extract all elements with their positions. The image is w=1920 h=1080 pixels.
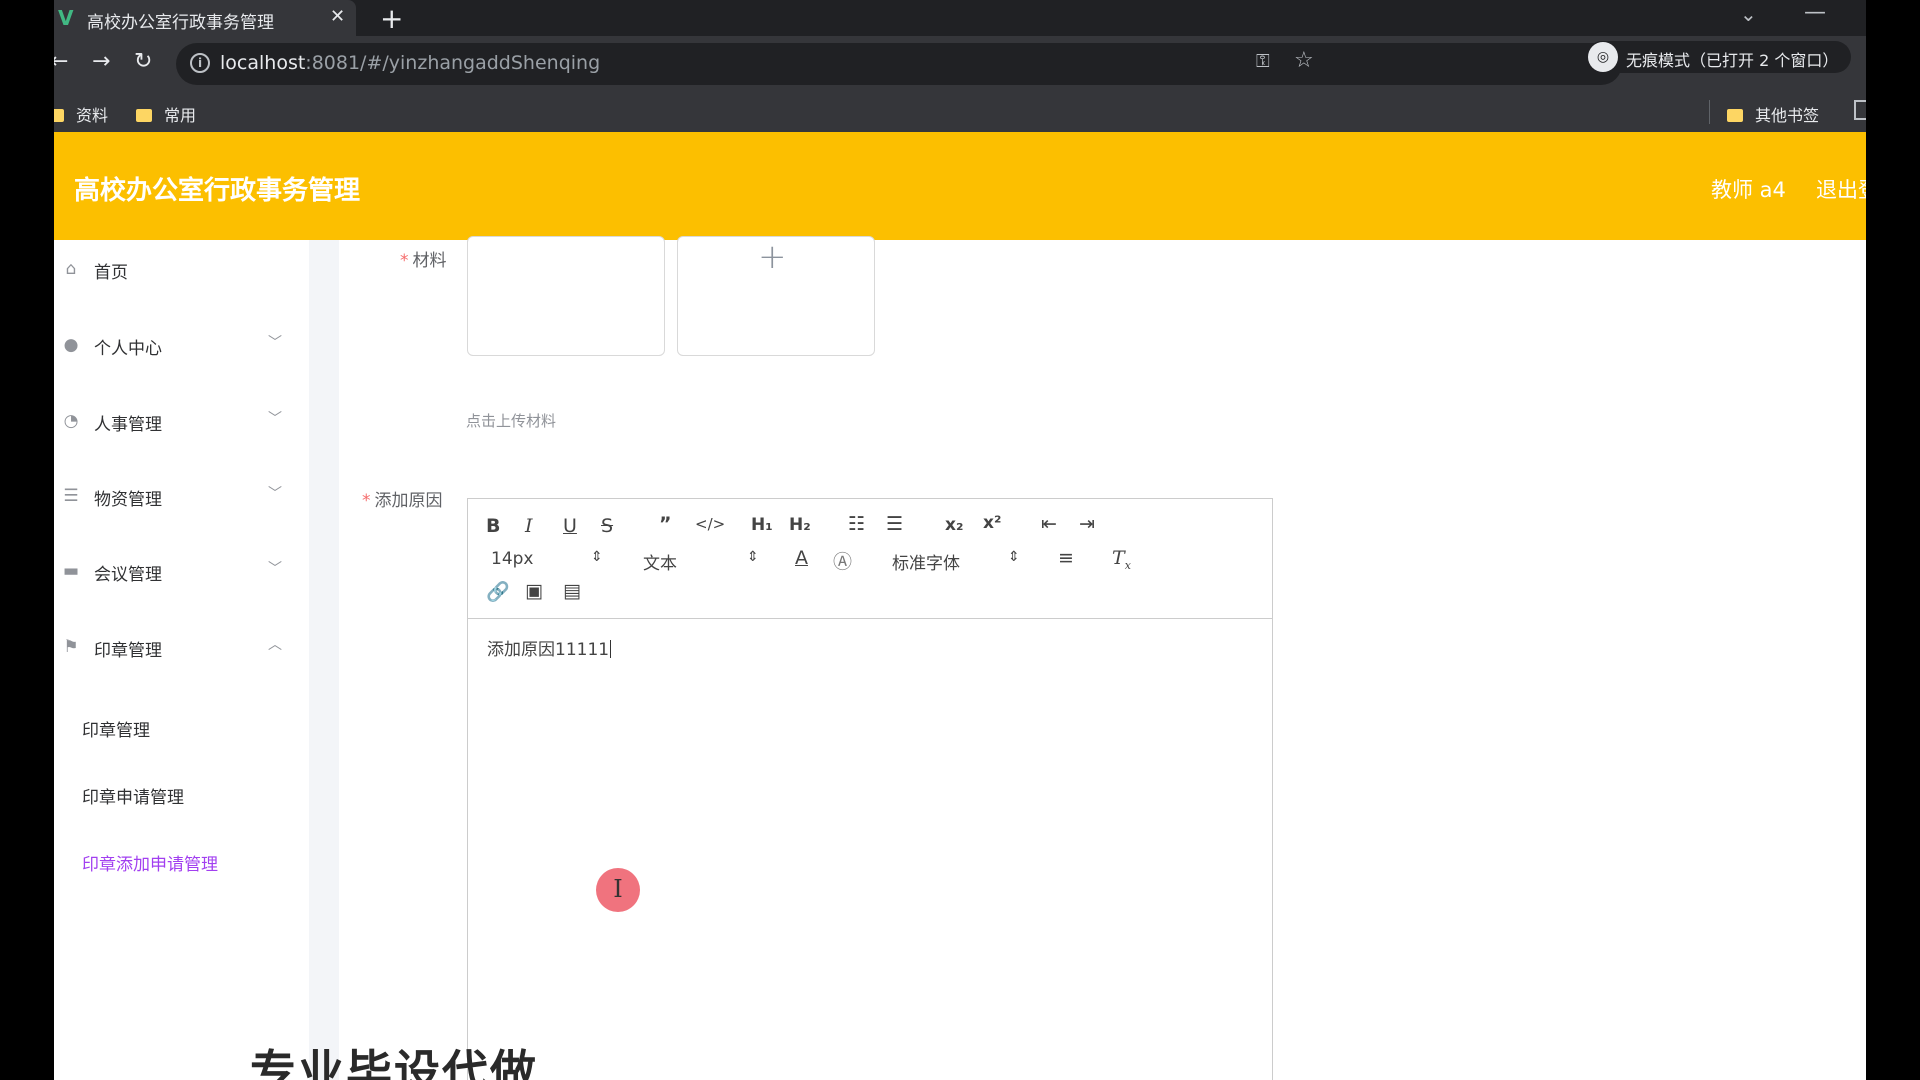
rich-text-editor: B I U S ” </> H₁ H₂ ☷ ☰ x₂ x² ⇤ ⇥ 14px ⇕ … [467, 498, 1273, 1080]
heading-1-icon[interactable]: H₁ [751, 515, 773, 535]
reason-label: * 添加原因 [362, 491, 443, 511]
material-label: * 材料 [400, 251, 447, 271]
meeting-icon: ▬ [62, 561, 80, 581]
bookmark-star-icon[interactable]: ☆ [1294, 48, 1314, 73]
list-icon: ☰ [63, 486, 79, 506]
text-caret [610, 640, 612, 658]
url-text[interactable]: localhost:8081/#/yinzhangaddShenqing [220, 52, 600, 74]
font-size-select[interactable]: 14px ⇕ [491, 549, 603, 569]
mouse-pointer-highlight: I [596, 868, 640, 912]
clear-format-icon[interactable]: Tx [1112, 547, 1131, 572]
tab-strip: V 高校办公室行政事务管理 ✕ + ⌄ — [54, 0, 1866, 36]
left-letterbox [0, 0, 54, 1080]
background-color-icon[interactable]: Ⓐ [833, 547, 852, 574]
incognito-icon: ◎ [1588, 42, 1618, 72]
select-caret-icon: ⇕ [1008, 549, 1020, 565]
subscript-icon[interactable]: x₂ [945, 515, 963, 535]
link-icon[interactable]: 🔗 [486, 580, 510, 603]
reading-list-icon[interactable] [1854, 100, 1866, 120]
home-icon: ⌂ [65, 259, 77, 279]
app-title: 高校办公室行政事务管理 [74, 176, 361, 206]
new-tab-icon[interactable]: + [380, 2, 403, 35]
indent-icon[interactable]: ⇥ [1079, 513, 1095, 535]
sidebar-item-supplies[interactable]: ☰ 物资管理 ﹀ [54, 467, 309, 527]
browser-window: V 高校办公室行政事务管理 ✕ + ⌄ — ← → ↻ i localhost:… [54, 0, 1866, 1080]
bookmarks-bar: 资料 常用 其他书签 [54, 92, 1866, 132]
sidebar-subitem-seal-add-apply[interactable]: 印章添加申请管理 [82, 850, 218, 875]
content-gutter [309, 240, 339, 1080]
browser-toolbar: ← → ↻ i localhost:8081/#/yinzhangaddShen… [54, 36, 1866, 92]
chevron-down-icon: ﹀ [268, 411, 282, 427]
close-tab-icon[interactable]: ✕ [330, 6, 345, 27]
flag-icon: ⚑ [63, 637, 79, 657]
font-color-icon[interactable]: A [795, 547, 808, 569]
tab-search-chevron-icon[interactable]: ⌄ [1740, 2, 1757, 26]
sidebar-menu: ⌂ 首页 ● 个人中心 ﹀ ◔ 人事管理 ﹀ ☰ 物资管理 ﹀ ▬ 会议管理 ﹀… [54, 240, 309, 1080]
select-caret-icon: ⇕ [747, 549, 759, 565]
right-letterbox [1866, 0, 1920, 1080]
bookmark-folder-2[interactable]: 常用 [136, 102, 196, 126]
upload-hint: 点击上传材料 [466, 412, 557, 430]
current-user: 教师 a4 [1711, 178, 1786, 202]
minimize-icon[interactable]: — [1804, 0, 1826, 25]
strikethrough-icon[interactable]: S [601, 515, 613, 537]
site-info-icon[interactable]: i [190, 53, 210, 73]
select-caret-icon: ⇕ [591, 549, 603, 565]
incognito-indicator[interactable]: ◎ 无痕模式（已打开 2 个窗口） [1586, 41, 1851, 73]
heading-2-icon[interactable]: H₂ [789, 515, 811, 535]
chevron-down-icon: ﹀ [268, 486, 282, 502]
video-watermark: 专业毕设代做 [250, 1045, 538, 1080]
chevron-up-icon: ︿ [268, 637, 282, 653]
bookmark-folder-1[interactable]: 资料 [54, 102, 108, 126]
bold-icon[interactable]: B [486, 515, 500, 537]
italic-icon[interactable]: I [525, 515, 533, 537]
other-bookmarks[interactable]: 其他书签 [1727, 102, 1819, 126]
font-family-select[interactable]: 标准字体 ⇕ [892, 549, 1020, 574]
video-icon[interactable]: ▤ [563, 580, 581, 602]
align-icon[interactable]: ≡ [1058, 547, 1074, 569]
forward-icon[interactable]: → [92, 49, 110, 74]
plus-icon: + [758, 237, 787, 277]
folder-icon [54, 109, 64, 122]
upload-trigger[interactable]: + [677, 236, 875, 356]
app-header: 高校办公室行政事务管理 教师 a4 退出登录 [54, 132, 1866, 240]
sidebar-item-personal[interactable]: ● 个人中心 ﹀ [54, 316, 309, 376]
bullet-list-icon[interactable]: ☰ [886, 513, 903, 535]
browser-tab[interactable]: V 高校办公室行政事务管理 ✕ [54, 0, 356, 36]
heading-select[interactable]: 文本 ⇕ [643, 549, 759, 574]
outdent-icon[interactable]: ⇤ [1041, 513, 1057, 535]
sidebar-subitem-seal-manage[interactable]: 印章管理 [82, 716, 150, 741]
bookmarks-divider [1709, 100, 1710, 124]
sidebar-item-meeting[interactable]: ▬ 会议管理 ﹀ [54, 542, 309, 602]
blockquote-icon[interactable]: ” [659, 513, 672, 535]
sidebar-item-seal[interactable]: ⚑ 印章管理 ︿ [54, 618, 309, 678]
address-bar[interactable]: i localhost:8081/#/yinzhangaddShenqing ⚿… [176, 43, 1622, 85]
vue-favicon-icon: V [58, 6, 74, 30]
sidebar-item-home[interactable]: ⌂ 首页 [54, 240, 309, 300]
password-key-icon[interactable]: ⚿ [1256, 51, 1270, 72]
back-icon[interactable]: ← [54, 49, 68, 74]
superscript-icon[interactable]: x² [983, 513, 1001, 533]
editor-content[interactable]: 添加原因11111 [487, 635, 612, 660]
ordered-list-icon[interactable]: ☷ [848, 513, 865, 535]
chevron-down-icon: ﹀ [268, 561, 282, 577]
reload-icon[interactable]: ↻ [134, 49, 152, 74]
editor-toolbar: B I U S ” </> H₁ H₂ ☷ ☰ x₂ x² ⇤ ⇥ 14px ⇕ … [468, 499, 1272, 619]
folder-icon [1727, 109, 1743, 122]
uploaded-material-thumb[interactable] [467, 236, 665, 356]
user-icon: ● [63, 335, 79, 355]
chevron-down-icon: ﹀ [268, 335, 282, 351]
sidebar-item-hr[interactable]: ◔ 人事管理 ﹀ [54, 392, 309, 452]
gauge-icon: ◔ [63, 411, 79, 431]
sidebar-subitem-seal-apply[interactable]: 印章申请管理 [82, 783, 184, 808]
underline-icon[interactable]: U [563, 515, 577, 537]
logout-link[interactable]: 退出登录 [1816, 174, 1866, 204]
tab-title: 高校办公室行政事务管理 [87, 13, 274, 33]
folder-icon [136, 109, 152, 122]
code-block-icon[interactable]: </> [695, 515, 725, 533]
image-icon[interactable]: ▣ [525, 580, 543, 602]
